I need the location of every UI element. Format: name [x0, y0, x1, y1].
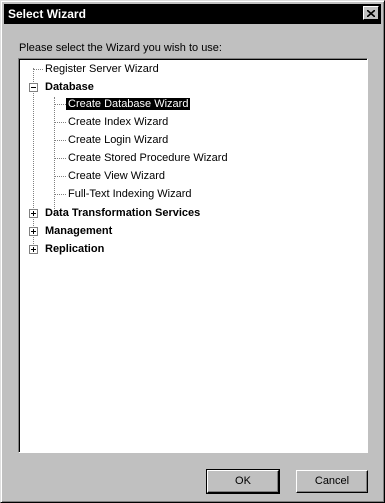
tree-root-line	[33, 68, 34, 250]
expand-dts-toggle[interactable]	[29, 209, 38, 218]
collapse-database-toggle[interactable]	[29, 83, 38, 92]
tree-connector	[33, 69, 43, 70]
tree-item-register-server-wizard[interactable]: Register Server Wizard	[43, 61, 161, 78]
tree-connector	[54, 140, 66, 141]
ok-button[interactable]: OK	[206, 469, 280, 494]
tree-connector	[54, 104, 66, 105]
tree-item-data-transformation-services[interactable]: Data Transformation Services	[43, 205, 202, 222]
tree-item-create-stored-procedure-wizard[interactable]: Create Stored Procedure Wizard	[66, 150, 230, 167]
tree-connector	[54, 158, 66, 159]
title-bar[interactable]: Select Wizard	[4, 4, 381, 24]
instruction-label: Please select the Wizard you wish to use…	[19, 42, 222, 54]
tree-item-database[interactable]: Database	[43, 79, 96, 96]
tree-item-create-view-wizard[interactable]: Create View Wizard	[66, 168, 167, 185]
tree-item-create-database-wizard[interactable]: Create Database Wizard	[66, 96, 191, 113]
tree-item-management[interactable]: Management	[43, 223, 114, 240]
dialog-title: Select Wizard	[8, 7, 86, 21]
wizard-tree[interactable]: Register Server Wizard Database Create D…	[18, 58, 368, 453]
tree-item-create-index-wizard[interactable]: Create Index Wizard	[66, 114, 170, 131]
tree-connector	[54, 194, 66, 195]
cancel-button[interactable]: Cancel	[296, 470, 368, 493]
tree-item-replication[interactable]: Replication	[43, 241, 106, 258]
expand-management-toggle[interactable]	[29, 227, 38, 236]
expand-replication-toggle[interactable]	[29, 245, 38, 254]
tree-item-create-login-wizard[interactable]: Create Login Wizard	[66, 132, 170, 149]
tree-connector	[54, 122, 66, 123]
tree-connector	[54, 176, 66, 177]
select-wizard-dialog: Select Wizard Please select the Wizard y…	[0, 0, 385, 503]
tree-item-full-text-indexing-wizard[interactable]: Full-Text Indexing Wizard	[66, 186, 194, 203]
tree-database-line	[54, 97, 55, 215]
close-button[interactable]	[363, 6, 379, 20]
close-icon	[367, 9, 375, 17]
